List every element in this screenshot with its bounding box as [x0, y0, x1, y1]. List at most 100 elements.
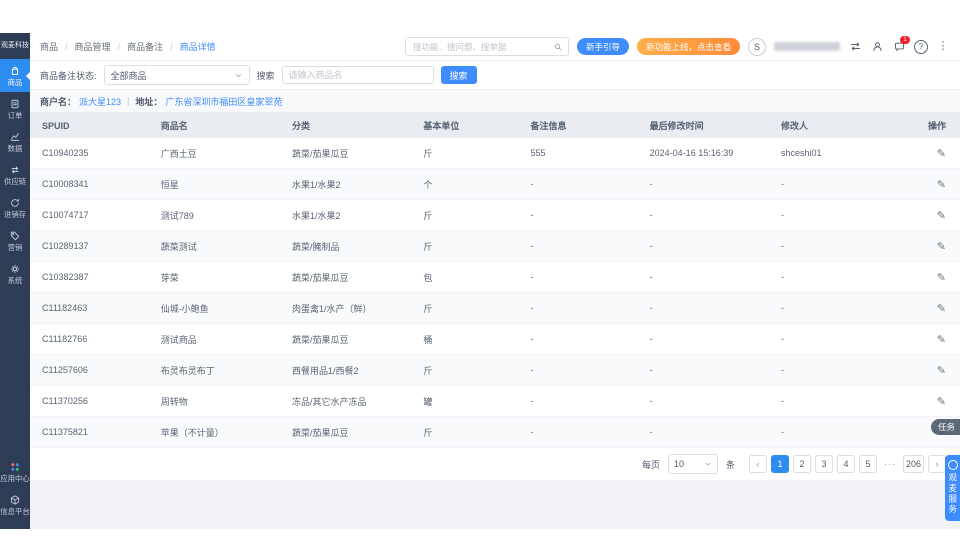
cell-modifier: - — [773, 323, 893, 355]
breadcrumb-item[interactable]: 商品备注 — [127, 40, 163, 53]
column-header: SPUID — [30, 113, 153, 138]
service-floating-tab[interactable]: 观麦服务 — [945, 455, 960, 521]
per-page-label: 每页 — [641, 459, 660, 470]
global-search[interactable] — [404, 37, 569, 56]
cell-spuid: C11375821 — [30, 416, 153, 448]
edit-icon[interactable]: ✎ — [937, 365, 946, 377]
table-row: C11375821苹果（不计量）蔬菜/茄果瓜豆斤---✎ — [30, 416, 960, 448]
sidebar-item-supply-chain[interactable]: 供应链 — [0, 158, 30, 191]
edit-icon[interactable]: ✎ — [937, 334, 946, 346]
breadcrumb-separator: / — [65, 41, 68, 52]
customer-service-icon[interactable] — [870, 40, 884, 54]
column-header: 基本单位 — [415, 113, 523, 138]
next-page-button[interactable]: › — [928, 455, 946, 473]
sidebar: 观麦科技 商品 订单 数据 供应链 进销存 营销 系统 应用中心 信息平台 — [0, 33, 30, 529]
prev-page-button[interactable]: ‹ — [748, 455, 767, 473]
column-header: 修改人 — [773, 113, 893, 138]
status-select[interactable]: 全部商品 — [103, 65, 250, 85]
cell-spuid: C10382387 — [30, 261, 153, 293]
page-ellipsis[interactable]: ··· — [881, 455, 899, 473]
merchant-address-link[interactable]: 广东省深圳市福田区皇家翠苑 — [165, 95, 282, 108]
breadcrumb-item[interactable]: 商品 — [40, 40, 58, 53]
arrows-exchange-icon — [11, 166, 19, 174]
edit-icon[interactable]: ✎ — [937, 210, 946, 222]
cell-note: - — [522, 323, 642, 355]
cell-unit: 个 — [415, 168, 523, 200]
user-name-redacted — [774, 42, 840, 51]
page-button-5[interactable]: 5 — [858, 455, 877, 473]
page-button-4[interactable]: 4 — [836, 455, 855, 473]
page-button-2[interactable]: 2 — [792, 455, 811, 473]
edit-icon[interactable]: ✎ — [937, 396, 946, 408]
sidebar-item-marketing[interactable]: 营销 — [0, 224, 30, 257]
document-icon — [11, 99, 19, 109]
edit-icon[interactable]: ✎ — [937, 148, 946, 160]
search-icon — [554, 43, 562, 50]
switch-account-icon[interactable] — [848, 40, 862, 54]
tag-icon — [10, 231, 20, 241]
topbar: 商品 / 商品管理 / 商品备注 / 商品详情 新手引导 新功能上线，点击查看 … — [30, 33, 960, 61]
sidebar-item-goods[interactable]: 商品 — [0, 59, 30, 92]
table-row: C11182463 仙城-小鲍鱼 肉蛋禽1/水产（鲜）斤 - - - ✎ — [30, 292, 960, 324]
cell-modifier: - — [773, 168, 893, 200]
cell-category: 蔬菜/茄果瓜豆 — [284, 261, 416, 293]
more-icon[interactable]: ⋮ — [936, 40, 950, 54]
cell-name: 芽菜 — [152, 261, 285, 293]
breadcrumb-item[interactable]: 商品管理 — [75, 40, 111, 53]
edit-icon[interactable]: ✎ — [937, 303, 946, 315]
sidebar-item-app-center[interactable]: 应用中心 — [0, 455, 30, 488]
merchant-address-label: 地址： — [135, 96, 163, 107]
cell-actions: ✎ — [892, 138, 960, 169]
cell-category: 西餐用品1/西餐2 — [284, 354, 416, 386]
page-button-1[interactable]: 1 — [770, 455, 789, 473]
cell-name: 测试商品 — [152, 323, 285, 355]
avatar[interactable]: S — [748, 37, 766, 56]
gear-icon — [10, 264, 20, 274]
per-page-select[interactable]: 10 — [667, 454, 718, 474]
edit-icon[interactable]: ✎ — [937, 241, 946, 253]
cell-unit: 桶 — [415, 323, 523, 355]
cell-note: 555 — [522, 138, 642, 169]
sidebar-item-orders[interactable]: 订单 — [0, 92, 30, 125]
cell-actions: ✎ — [892, 292, 960, 324]
product-search-input[interactable] — [281, 66, 434, 84]
page-button-3[interactable]: 3 — [814, 455, 833, 473]
edit-icon[interactable]: ✎ — [937, 272, 946, 284]
edit-icon[interactable]: ✎ — [937, 179, 946, 191]
cell-modifier: shceshi01 — [773, 138, 893, 169]
sidebar-item-info-platform[interactable]: 信息平台 — [0, 488, 30, 521]
bag-icon — [11, 66, 19, 75]
task-floating-tag[interactable]: 任务 — [930, 419, 960, 435]
merchant-name-link[interactable]: 派大星123 — [79, 95, 121, 108]
cell-note: - — [522, 354, 642, 386]
cell-note: - — [522, 292, 642, 324]
help-icon[interactable]: ? — [914, 39, 928, 54]
cell-actions: ✎ — [892, 261, 960, 293]
guide-button[interactable]: 新手引导 — [576, 38, 629, 55]
sidebar-item-label: 进销存 — [3, 210, 27, 219]
sidebar-item-label: 数据 — [7, 144, 23, 153]
page-button-206[interactable]: 206 — [902, 455, 924, 473]
table-row: C10074717 测试789 水果1/水果2 斤 - - - ✎ — [30, 199, 960, 231]
cell-modified-time: - — [641, 354, 774, 386]
products-table: SPUID 商品名 分类 基本单位 备注信息 最后修改时间 修改人 操作 C10940235 广… — [30, 113, 960, 448]
sidebar-item-system[interactable]: 系统 — [0, 257, 30, 290]
message-icon[interactable]: 1 — [892, 35, 910, 54]
service-tab-label: 观麦服务 — [947, 473, 958, 515]
cell-unit: 斤 — [415, 230, 523, 262]
search-button[interactable]: 搜索 — [440, 66, 477, 84]
global-search-input[interactable] — [410, 40, 549, 53]
cell-note: - — [522, 385, 642, 417]
table-row: C10008341 恒星 水果1/水果2 个 - - - ✎ — [30, 168, 960, 200]
cell-category: 蔬菜/腌制品 — [284, 230, 416, 262]
merchant-bar: 商户名： 派大星123 | 地址： 广东省深圳市福田区皇家翠苑 — [30, 90, 960, 113]
per-page-unit: 条 — [725, 459, 735, 470]
cell-name: 恒星 — [152, 168, 285, 200]
sidebar-item-inventory[interactable]: 进销存 — [0, 191, 30, 224]
sidebar-item-label: 系统 — [7, 276, 23, 285]
chart-icon — [10, 133, 20, 141]
sidebar-item-data[interactable]: 数据 — [0, 125, 30, 158]
new-feature-button[interactable]: 新功能上线，点击查看 — [636, 38, 740, 55]
cell-modified-time: - — [641, 385, 774, 417]
cell-category: 水果1/水果2 — [284, 199, 416, 231]
